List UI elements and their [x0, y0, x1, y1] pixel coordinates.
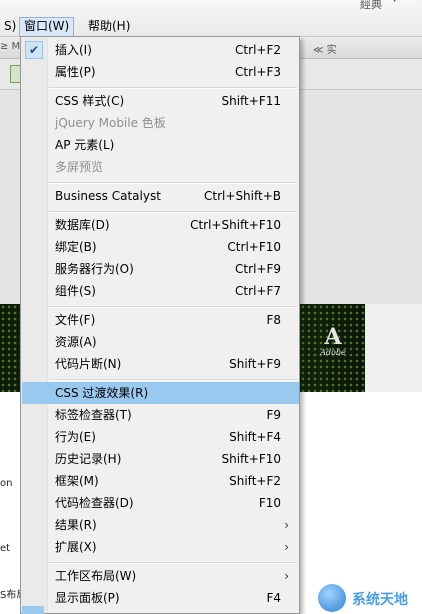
menu-item-files[interactable]: 文件(F) F8	[22, 309, 299, 331]
menu-window[interactable]: 窗口(W)	[19, 17, 75, 37]
menu-item-jquery-mobile-swatches: jQuery Mobile 色板	[22, 112, 299, 134]
menu-item-insert[interactable]: ✔ 插入(I) Ctrl+F2	[22, 39, 299, 61]
chevron-right-icon: ›	[284, 518, 289, 532]
menu-item-label: 属性(P)	[55, 65, 96, 79]
menu-item-history[interactable]: 历史记录(H) Shift+F10	[22, 448, 299, 470]
menu-item-label: CSS 样式(C)	[55, 94, 125, 108]
menu-item-label: 扩展(X)	[55, 540, 97, 554]
menu-item-tag-inspector[interactable]: 标签检查器(T) F9	[22, 404, 299, 426]
menu-item-code-inspector[interactable]: 代码检查器(D) F10	[22, 492, 299, 514]
menu-item-shortcut: Ctrl+F2	[235, 43, 281, 57]
menu-separator	[49, 182, 297, 184]
chevron-down-icon[interactable]: ▼	[391, 0, 398, 4]
menu-item-shortcut: Shift+F11	[221, 94, 281, 108]
menu-item-ap-elements[interactable]: AP 元素(L)	[22, 134, 299, 156]
menu-separator	[49, 306, 297, 308]
menu-site[interactable]: S)	[0, 17, 20, 35]
menu-item-label: Business Catalyst	[55, 189, 161, 203]
watermark-logo: 系统天地	[318, 584, 422, 612]
menu-item-shortcut: Shift+F9	[229, 357, 281, 371]
menu-item-label: 代码片断(N)	[55, 357, 122, 371]
menu-item-label: 结果(R)	[55, 518, 97, 532]
menu-item-shortcut: Ctrl+F9	[235, 262, 281, 276]
window-menu-dropdown: ✔ 插入(I) Ctrl+F2 属性(P) Ctrl+F3 CSS 样式(C) …	[20, 36, 300, 614]
menu-item-results[interactable]: 结果(R) ›	[22, 514, 299, 536]
adobe-logo-mark: A	[324, 324, 342, 350]
menu-item-label: 标签检查器(T)	[55, 408, 132, 422]
menu-item-shortcut: Shift+F2	[229, 474, 281, 488]
menu-item-shortcut: F4	[266, 591, 281, 605]
chevron-right-icon: ›	[284, 540, 289, 554]
menu-item-assets[interactable]: 资源(A)	[22, 331, 299, 353]
checkmark-icon: ✔	[25, 41, 43, 59]
menu-item-shortcut: Shift+F4	[229, 430, 281, 444]
workspace-switcher[interactable]: 經典	[360, 0, 382, 12]
menu-item-label: 代码检查器(D)	[55, 496, 134, 510]
menu-help[interactable]: 帮助(H)	[84, 17, 134, 35]
tab-fragment-right[interactable]: ≪ 实	[313, 41, 337, 56]
menu-separator	[49, 562, 297, 564]
menu-item-label: 框架(M)	[55, 474, 99, 488]
menu-item-label: 组件(S)	[55, 284, 96, 298]
menu-item-properties[interactable]: 属性(P) Ctrl+F3	[22, 61, 299, 83]
menu-item-shortcut: Ctrl+F10	[227, 240, 281, 254]
menu-item-bindings[interactable]: 绑定(B) Ctrl+F10	[22, 236, 299, 258]
menu-item-databases[interactable]: 数据库(D) Ctrl+Shift+F10	[22, 214, 299, 236]
menu-item-workspace-layout[interactable]: 工作区布局(W) ›	[22, 565, 299, 587]
menu-item-label: 服务器行为(O)	[55, 262, 134, 276]
menu-item-shortcut: F8	[266, 313, 281, 327]
menu-item-label: 行为(E)	[55, 430, 96, 444]
menu-item-frames[interactable]: 框架(M) Shift+F2	[22, 470, 299, 492]
menu-item-shortcut: Ctrl+Shift+B	[204, 189, 281, 203]
menu-item-shortcut: Ctrl+F3	[235, 65, 281, 79]
menu-item-shortcut: Ctrl+F7	[235, 284, 281, 298]
menu-item-label: 多屏预览	[55, 160, 104, 174]
page-text-fragment: et	[0, 543, 11, 554]
menu-item-label: jQuery Mobile 色板	[55, 116, 166, 130]
menu-item-css-transitions[interactable]: CSS 过渡效果(R)	[22, 382, 299, 404]
menu-item-shortcut: Ctrl+Shift+F10	[190, 218, 281, 232]
menu-bar: S) 窗口(W) 帮助(H) 經典 ▼	[0, 0, 422, 37]
bird-icon	[318, 584, 346, 612]
menu-separator	[49, 211, 297, 213]
menu-item-label: 绑定(B)	[55, 240, 97, 254]
menu-item-multiscreen-preview: 多屏预览	[22, 156, 299, 178]
menu-item-label: 工作区布局(W)	[55, 569, 137, 583]
menu-item-business-catalyst[interactable]: Business Catalyst Ctrl+Shift+B	[22, 185, 299, 207]
menu-separator	[49, 379, 297, 381]
menu-item-shortcut: F9	[266, 408, 281, 422]
chevron-right-icon: ›	[284, 569, 289, 583]
menu-item-shortcut: F10	[258, 496, 281, 510]
adobe-logo-word: Adobe	[320, 348, 346, 357]
watermark-text: 系统天地	[352, 592, 408, 608]
menu-item-snippets[interactable]: 代码片断(N) Shift+F9	[22, 353, 299, 375]
menu-item-label: 文件(F)	[55, 313, 96, 327]
menu-item-server-behaviors[interactable]: 服务器行为(O) Ctrl+F9	[22, 258, 299, 280]
next-item-highlight	[22, 606, 44, 614]
menu-item-shortcut: Shift+F10	[221, 452, 281, 466]
menu-item-show-panels[interactable]: 显示面板(P) F4	[22, 587, 299, 609]
menu-item-label: CSS 过渡效果(R)	[55, 386, 149, 400]
menu-item-label: 历史记录(H)	[55, 452, 122, 466]
menu-item-css-styles[interactable]: CSS 样式(C) Shift+F11	[22, 90, 299, 112]
adobe-logo: A Adobe	[318, 326, 348, 360]
menu-item-label: 显示面板(P)	[55, 591, 120, 605]
menu-item-extensions[interactable]: 扩展(X) ›	[22, 536, 299, 558]
menu-item-label: AP 元素(L)	[55, 138, 115, 152]
menu-item-behaviors[interactable]: 行为(E) Shift+F4	[22, 426, 299, 448]
menu-separator	[49, 87, 297, 89]
menu-item-label: 资源(A)	[55, 335, 97, 349]
menu-item-label: 插入(I)	[55, 43, 92, 57]
menu-item-label: 数据库(D)	[55, 218, 110, 232]
menu-item-components[interactable]: 组件(S) Ctrl+F7	[22, 280, 299, 302]
page-text-fragment: on	[0, 478, 13, 489]
